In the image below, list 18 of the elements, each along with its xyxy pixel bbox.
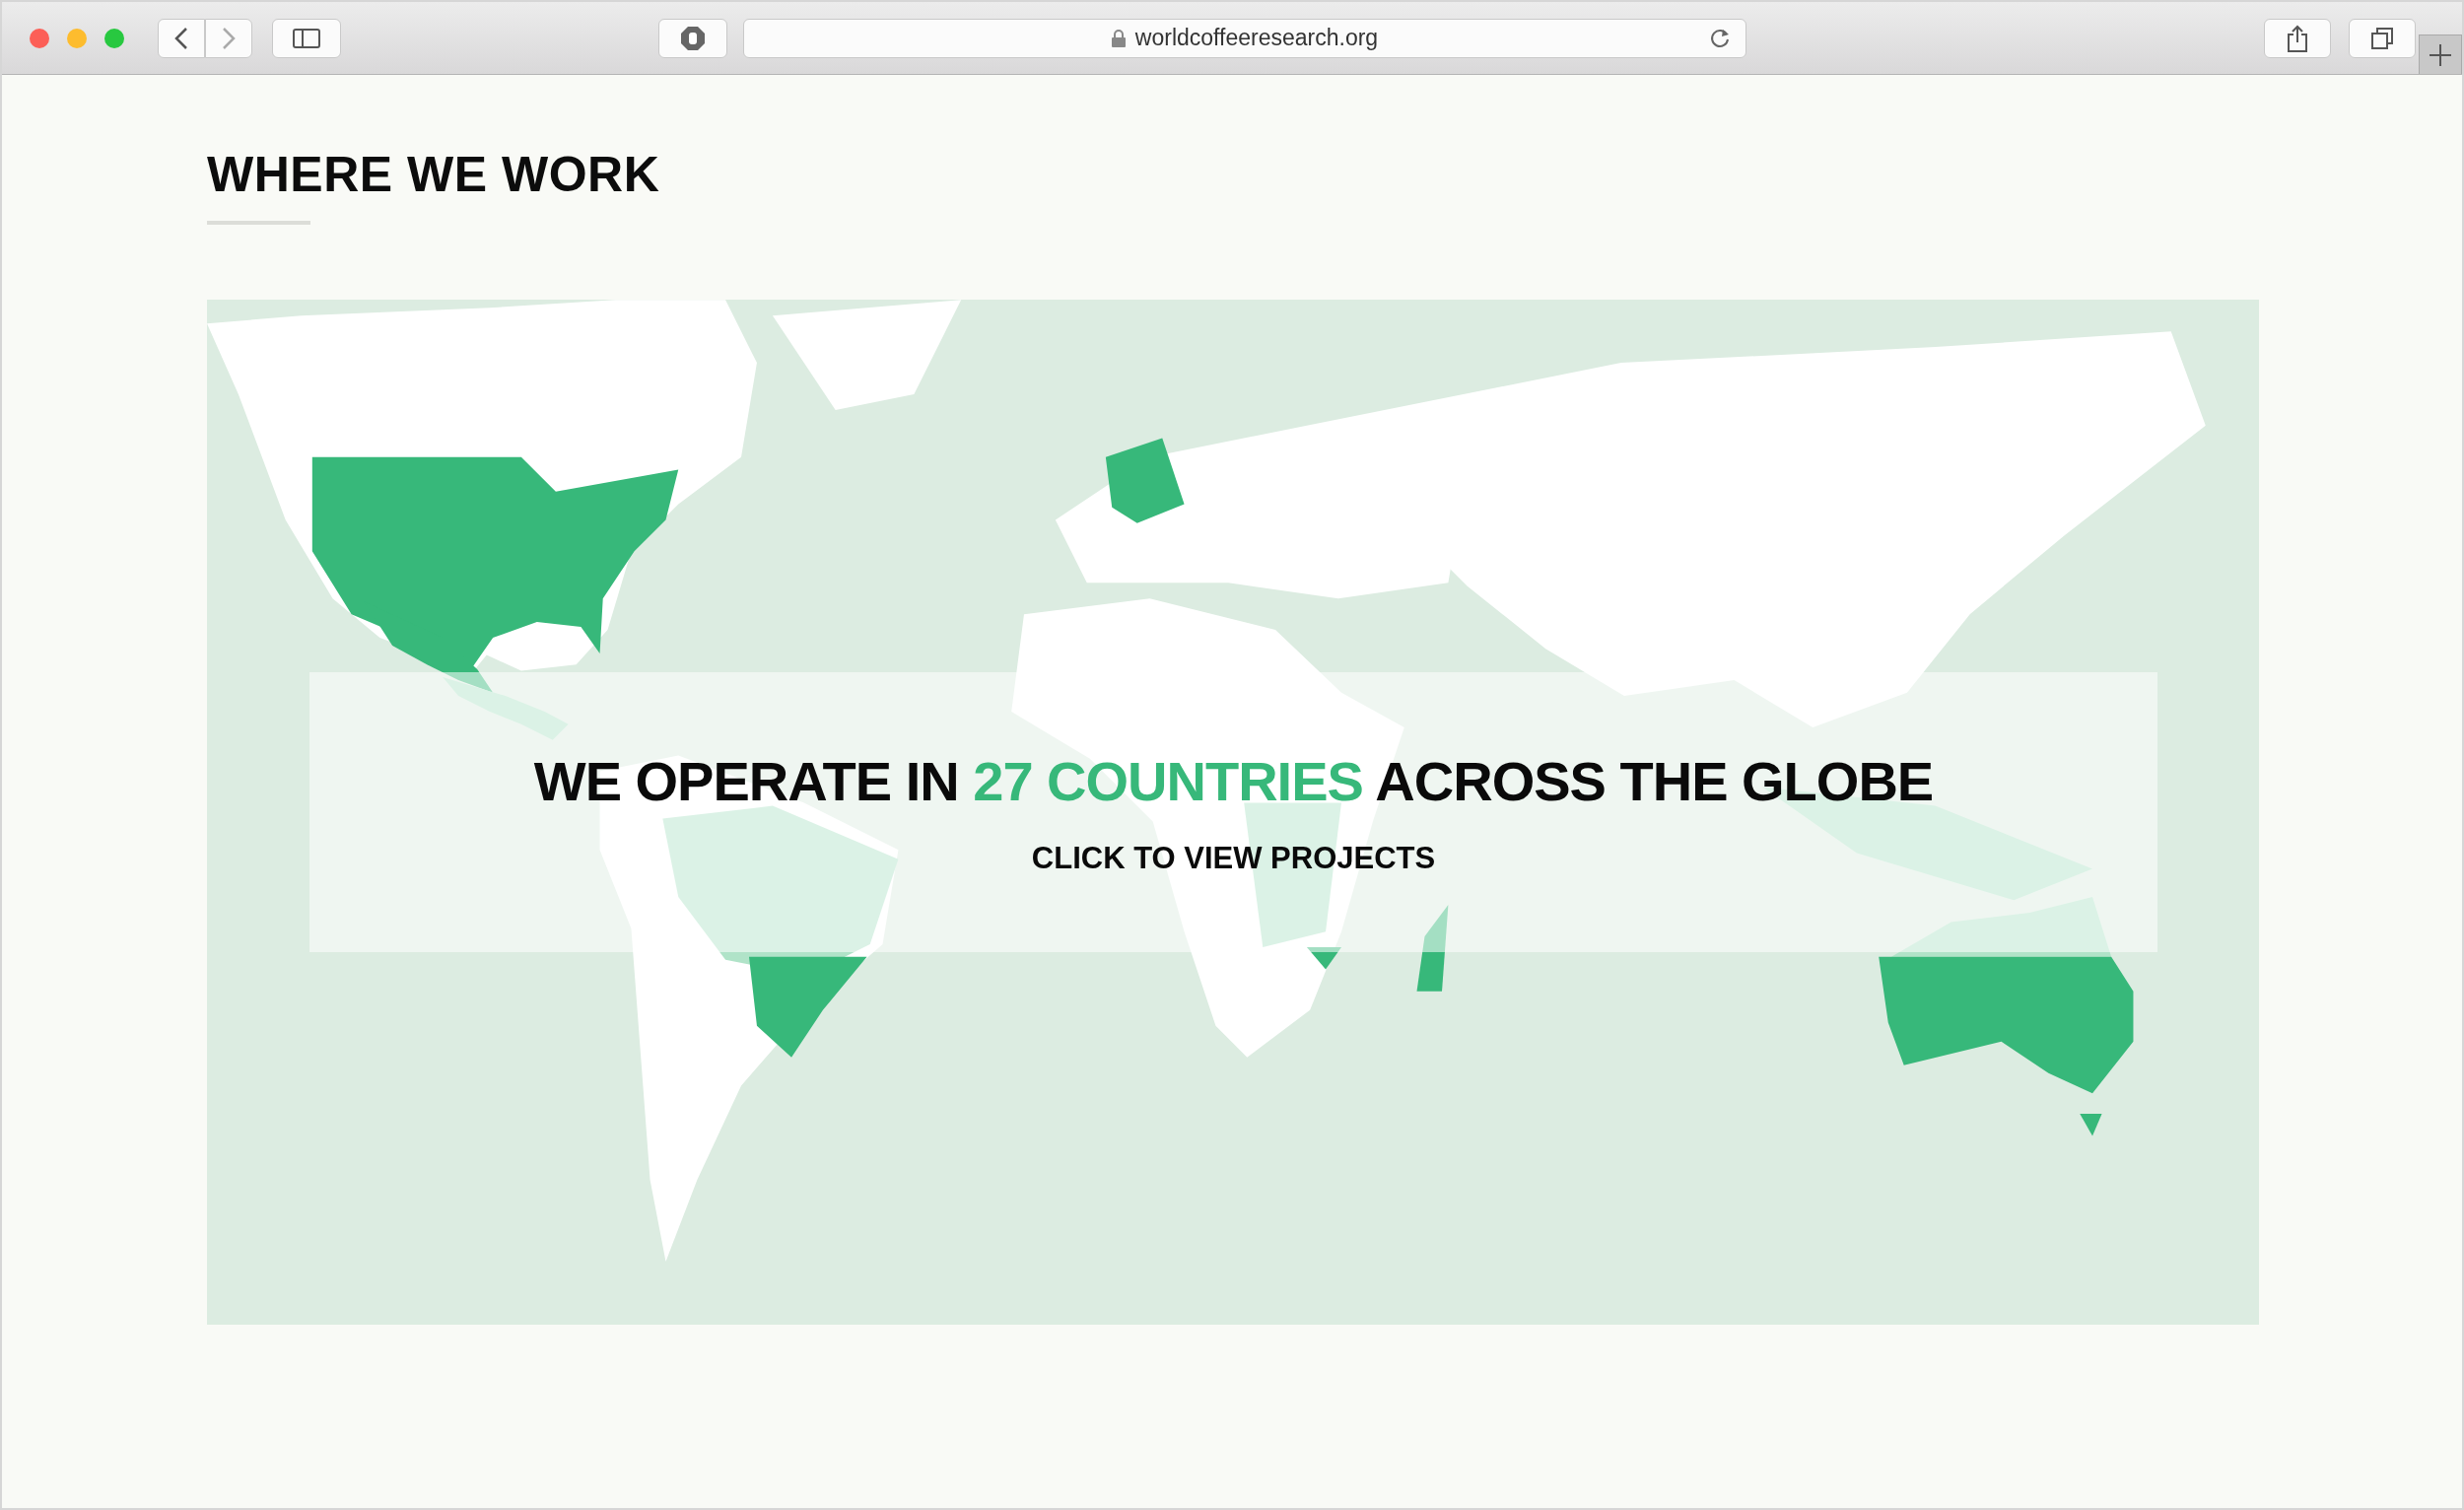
sidebar-icon <box>293 28 320 48</box>
tabs-icon <box>2370 26 2394 50</box>
lock-icon <box>1111 29 1126 47</box>
section-title: WHERE WE WORK <box>207 146 661 203</box>
chevron-left-icon <box>174 26 188 50</box>
share-button[interactable] <box>2264 18 2331 58</box>
plus-icon <box>2430 43 2451 66</box>
chevron-right-icon <box>222 26 236 50</box>
sidebar-button[interactable] <box>272 18 341 58</box>
address-field[interactable]: worldcoffeeresearch.org <box>743 18 1746 58</box>
url-text: worldcoffeeresearch.org <box>1134 25 1379 51</box>
back-button[interactable] <box>158 18 205 58</box>
tabs-button[interactable] <box>2349 18 2416 58</box>
view-projects-link[interactable]: CLICK TO VIEW PROJECTS <box>1031 840 1436 876</box>
new-tab-button[interactable] <box>2419 34 2462 74</box>
blocker-button[interactable] <box>658 18 727 58</box>
share-icon <box>2287 24 2308 52</box>
banner-headline: WE OPERATE IN 27 COUNTRIES ACROSS THE GLOBE <box>533 748 1934 813</box>
